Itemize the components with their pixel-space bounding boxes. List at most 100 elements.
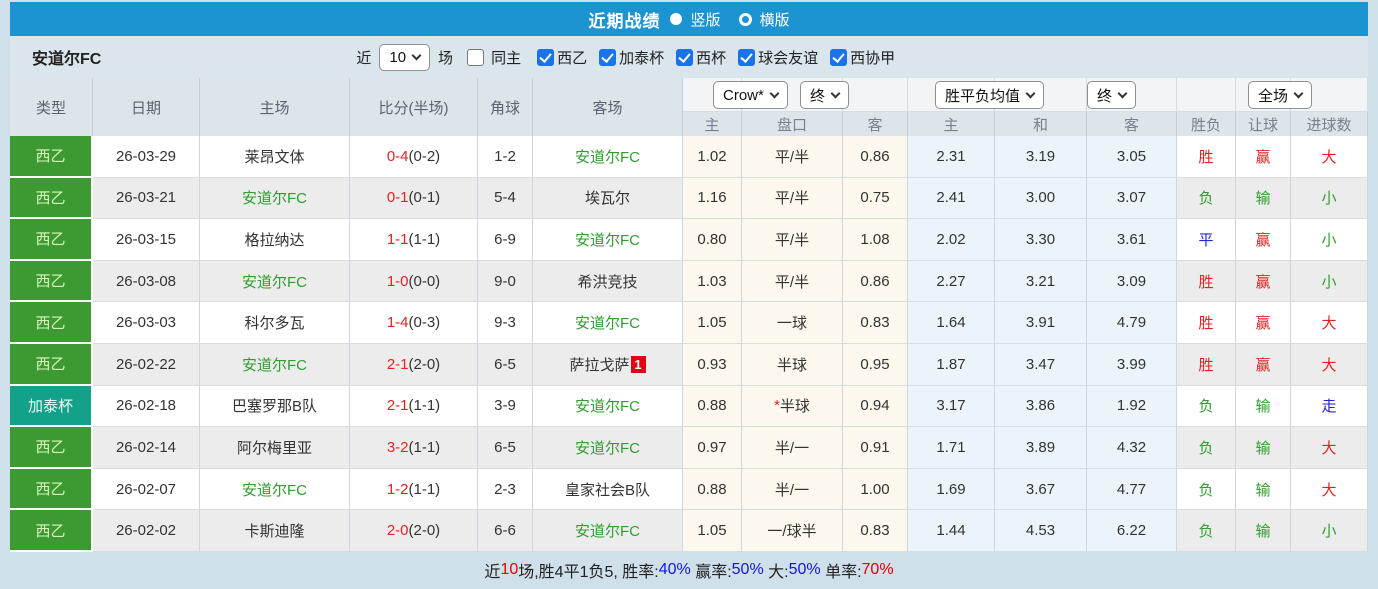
avg-away-odds: 4.77 <box>1087 469 1177 511</box>
league-label-1[interactable]: 加泰杯 <box>619 47 664 68</box>
result-goals: 大 <box>1291 136 1368 178</box>
sub-header-7: 让球 <box>1236 112 1291 136</box>
horizontal-layout-label[interactable]: 横版 <box>760 9 790 30</box>
vertical-layout-radio[interactable] <box>670 13 682 25</box>
away-team[interactable]: 希洪竞技 <box>533 261 683 303</box>
home-team[interactable]: 卡斯迪隆 <box>200 510 350 552</box>
odds-away: 0.83 <box>843 510 908 552</box>
result-goals: 小 <box>1291 219 1368 261</box>
home-team[interactable]: 科尔多瓦 <box>200 302 350 344</box>
match-type: 西乙 <box>10 178 93 220</box>
avg-away-odds: 3.05 <box>1087 136 1177 178</box>
vertical-layout-label[interactable]: 竖版 <box>690 9 720 30</box>
score: 1-1(1-1) <box>350 219 478 261</box>
avg-draw-odds: 4.53 <box>995 510 1087 552</box>
league-checkbox-1[interactable] <box>599 49 616 66</box>
match-date: 26-03-21 <box>93 178 200 220</box>
result-win-loss: 胜 <box>1177 261 1236 303</box>
table-row: 西乙 26-02-22 安道尔FC 2-1(2-0) 6-5 萨拉戈萨1 0.9… <box>10 344 1368 386</box>
col-header-2: 主场 <box>200 78 350 136</box>
table-row: 西乙 26-03-15 格拉纳达 1-1(1-1) 6-9 安道尔FC 0.80… <box>10 219 1368 261</box>
handicap: 半/一 <box>742 427 843 469</box>
avg-home-odds: 2.02 <box>908 219 995 261</box>
league-checkbox-3[interactable] <box>738 49 755 66</box>
result-goals: 走 <box>1291 386 1368 428</box>
match-type: 西乙 <box>10 469 93 511</box>
sub-header-8: 进球数 <box>1291 112 1368 136</box>
filter-controls: 近 10 场 同主 西乙加泰杯西杯球会友谊西协甲 <box>356 44 895 71</box>
league-checkbox-4[interactable] <box>830 49 847 66</box>
away-team[interactable]: 皇家社会B队 <box>533 469 683 511</box>
result-win-loss: 负 <box>1177 469 1236 511</box>
home-team[interactable]: 安道尔FC <box>200 344 350 386</box>
home-team[interactable]: 格拉纳达 <box>200 219 350 261</box>
summary-segment: 赢率: <box>691 558 732 582</box>
odds-home: 0.97 <box>683 427 742 469</box>
odds-time-select-1[interactable]: 终 <box>800 81 849 109</box>
home-team[interactable]: 安道尔FC <box>200 261 350 303</box>
match-date: 26-03-15 <box>93 219 200 261</box>
full-match-select[interactable]: 全场 <box>1248 81 1312 109</box>
result-goals: 大 <box>1291 344 1368 386</box>
avg-type-select[interactable]: 胜平负均值 <box>935 81 1044 109</box>
home-team[interactable]: 阿尔梅里亚 <box>200 427 350 469</box>
league-label-3[interactable]: 球会友谊 <box>758 47 818 68</box>
odds-home: 1.02 <box>683 136 742 178</box>
away-team[interactable]: 安道尔FC <box>533 136 683 178</box>
horizontal-layout-radio[interactable] <box>739 13 752 26</box>
odds-away: 0.95 <box>843 344 908 386</box>
sub-header-2: 客 <box>843 112 908 136</box>
recent-count-select[interactable]: 10 <box>379 44 430 71</box>
same-home-label[interactable]: 同主 <box>491 47 521 68</box>
home-team[interactable]: 莱昂文体 <box>200 136 350 178</box>
match-date: 26-02-22 <box>93 344 200 386</box>
result-handicap: 输 <box>1236 178 1291 220</box>
away-team[interactable]: 安道尔FC <box>533 386 683 428</box>
odds-away: 1.00 <box>843 469 908 511</box>
col-header-1: 日期 <box>93 78 200 136</box>
away-team[interactable]: 安道尔FC <box>533 302 683 344</box>
result-handicap: 赢 <box>1236 219 1291 261</box>
result-win-loss: 胜 <box>1177 136 1236 178</box>
match-type: 西乙 <box>10 302 93 344</box>
odds-time-select-2[interactable]: 终 <box>1087 81 1136 109</box>
avg-away-odds: 4.32 <box>1087 427 1177 469</box>
corner-score: 5-4 <box>478 178 533 220</box>
score: 1-4(0-3) <box>350 302 478 344</box>
avg-draw-odds: 3.67 <box>995 469 1087 511</box>
table-row: 西乙 26-02-02 卡斯迪隆 2-0(2-0) 6-6 安道尔FC 1.05… <box>10 510 1368 552</box>
same-home-checkbox[interactable] <box>467 49 484 66</box>
team-name: 安道尔FC <box>32 45 101 69</box>
match-date: 26-02-02 <box>93 510 200 552</box>
match-type: 西乙 <box>10 510 93 552</box>
match-type: 西乙 <box>10 136 93 178</box>
sub-header-4: 和 <box>995 112 1087 136</box>
away-team[interactable]: 安道尔FC <box>533 510 683 552</box>
league-checkbox-0[interactable] <box>537 49 554 66</box>
result-win-loss: 负 <box>1177 510 1236 552</box>
score: 2-0(2-0) <box>350 510 478 552</box>
away-team[interactable]: 安道尔FC <box>533 427 683 469</box>
recent-label: 近 <box>356 47 371 68</box>
away-team[interactable]: 萨拉戈萨1 <box>533 344 683 386</box>
home-team[interactable]: 安道尔FC <box>200 469 350 511</box>
avg-draw-odds: 3.86 <box>995 386 1087 428</box>
home-team[interactable]: 安道尔FC <box>200 178 350 220</box>
league-label-2[interactable]: 西杯 <box>696 47 726 68</box>
league-label-4[interactable]: 西协甲 <box>850 47 895 68</box>
odds-home: 1.03 <box>683 261 742 303</box>
table-row: 西乙 26-03-21 安道尔FC 0-1(0-1) 5-4 埃瓦尔 1.16 … <box>10 178 1368 220</box>
corner-score: 9-3 <box>478 302 533 344</box>
league-label-0[interactable]: 西乙 <box>557 47 587 68</box>
league-checkbox-2[interactable] <box>676 49 693 66</box>
handicap: 平/半 <box>742 261 843 303</box>
away-team[interactable]: 埃瓦尔 <box>533 178 683 220</box>
odds-source-select[interactable]: Crow* <box>713 81 788 109</box>
home-team[interactable]: 巴塞罗那B队 <box>200 386 350 428</box>
away-team[interactable]: 安道尔FC <box>533 219 683 261</box>
col-header-3: 比分(半场) <box>350 78 478 136</box>
col-header-4: 角球 <box>478 78 533 136</box>
result-win-loss: 负 <box>1177 178 1236 220</box>
handicap: *半球 <box>742 386 843 428</box>
handicap: 半球 <box>742 344 843 386</box>
